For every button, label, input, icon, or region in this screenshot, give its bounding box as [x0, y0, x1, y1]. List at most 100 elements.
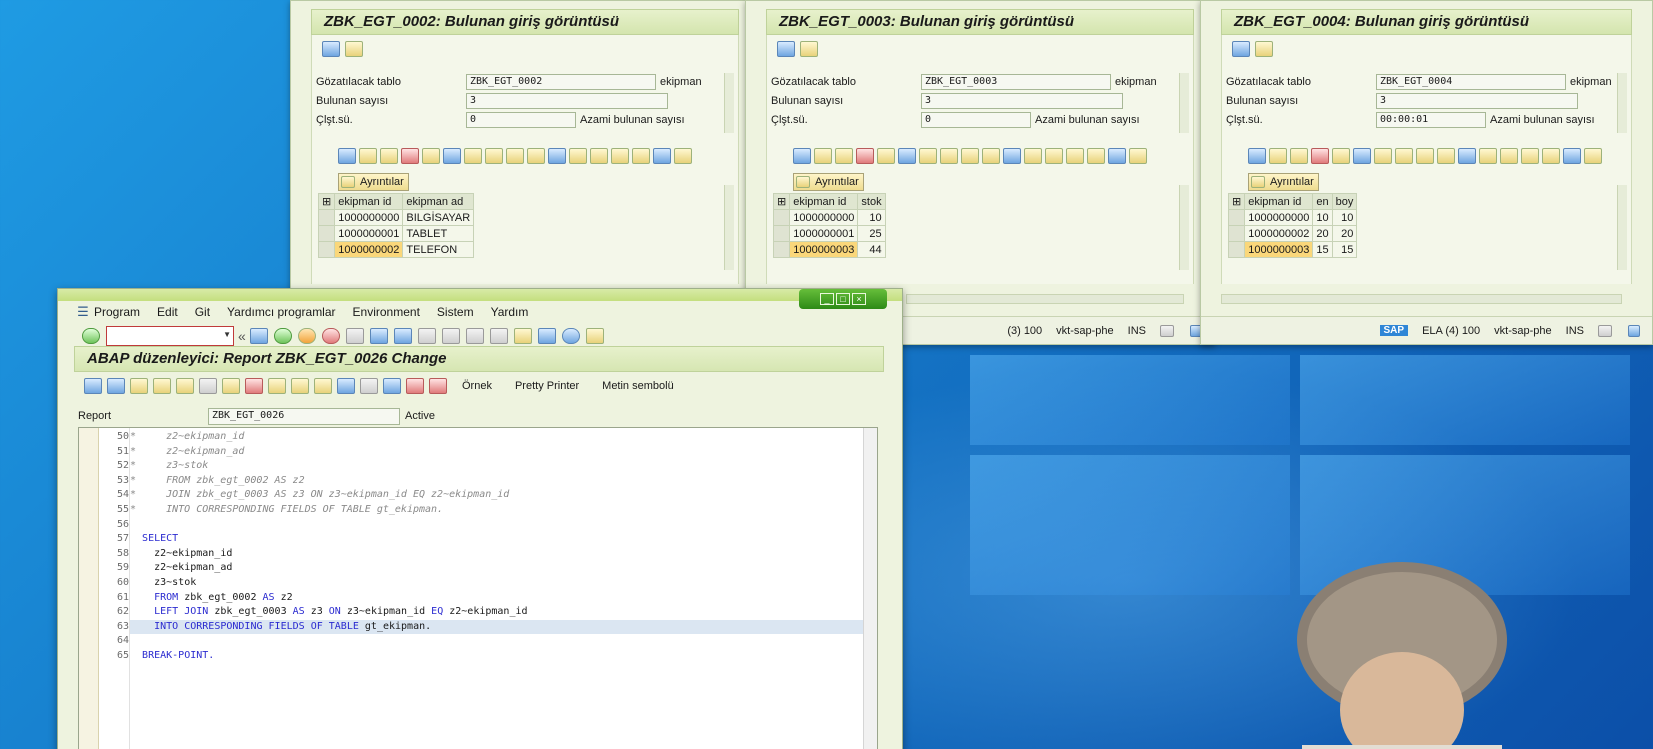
duplicate-icon[interactable]	[1458, 148, 1476, 164]
back-arrow-icon[interactable]	[84, 378, 102, 394]
find-icon[interactable]	[632, 148, 650, 164]
table-row[interactable]: 1000000003 15 15	[1227, 241, 1358, 258]
header-scrollbar[interactable]	[1617, 73, 1627, 133]
code-line[interactable]	[130, 634, 866, 649]
row-selector[interactable]	[317, 225, 336, 242]
window-controls[interactable]: _ □ ×	[799, 289, 887, 309]
delete-row-icon[interactable]	[1437, 148, 1455, 164]
table-cell[interactable]: 15	[1331, 241, 1358, 258]
find-icon[interactable]	[1087, 148, 1105, 164]
back-icon[interactable]	[273, 328, 292, 344]
copy-icon[interactable]	[1332, 148, 1350, 164]
cut-icon[interactable]	[401, 148, 419, 164]
table-cell[interactable]: 10	[1331, 209, 1358, 226]
help-icon[interactable]	[561, 328, 580, 344]
find-next-icon[interactable]	[393, 328, 412, 344]
row-selector[interactable]	[1227, 225, 1246, 242]
table-scrollbar[interactable]	[1617, 185, 1627, 270]
test-icon[interactable]	[245, 378, 263, 394]
insert-row-icon[interactable]	[1416, 148, 1434, 164]
active-inactive-icon[interactable]	[153, 378, 171, 394]
other-object-icon[interactable]	[176, 378, 194, 394]
print-icon[interactable]	[345, 328, 364, 344]
new-row-icon[interactable]	[940, 148, 958, 164]
column-header[interactable]: ekipman id	[789, 193, 859, 210]
code-line[interactable]: BREAK-POINT.	[130, 649, 866, 664]
table-cell[interactable]: 1000000001	[334, 225, 404, 242]
find-icon[interactable]	[369, 328, 388, 344]
sort-asc-icon[interactable]	[1269, 148, 1287, 164]
filter-icon[interactable]	[1479, 148, 1497, 164]
new-row-icon[interactable]	[485, 148, 503, 164]
layout-icon[interactable]	[1129, 148, 1147, 164]
table-name-field[interactable]: ZBK_EGT_0004	[1376, 74, 1566, 90]
code-editor[interactable]: 50 51 52 53 54 55 56 57 58 59 60 61 62 63 64 65 * z2~ek…	[78, 427, 878, 749]
column-header[interactable]: ekipman id	[334, 193, 404, 210]
check-icon[interactable]	[199, 378, 217, 394]
sort-desc-icon[interactable]	[1290, 148, 1308, 164]
table-cell[interactable]: 1000000002	[1244, 225, 1314, 242]
menu-utilities[interactable]: Yardımcı programlar	[227, 305, 335, 319]
layout-icon[interactable]	[674, 148, 692, 164]
table-cell[interactable]: TABLET	[402, 225, 475, 242]
row-selector[interactable]	[317, 209, 336, 226]
settings-icon[interactable]	[1255, 41, 1273, 57]
insert-row-icon[interactable]	[506, 148, 524, 164]
details-button[interactable]: Ayrıntılar	[1248, 173, 1319, 191]
menu-system[interactable]: Sistem	[437, 305, 474, 319]
table-row[interactable]: 1000000000 10 10	[1227, 209, 1358, 226]
details-button[interactable]: Ayrıntılar	[338, 173, 409, 191]
subtotal-icon[interactable]	[1521, 148, 1539, 164]
activate-icon[interactable]	[222, 378, 240, 394]
object-list-icon[interactable]	[291, 378, 309, 394]
maximize-icon[interactable]: □	[836, 293, 850, 305]
code-line[interactable]: FROM zbk_egt_0002 AS z2	[130, 591, 866, 606]
export-icon[interactable]	[653, 148, 671, 164]
table-cell[interactable]: 15	[1312, 241, 1333, 258]
menu-git[interactable]: Git	[195, 305, 210, 319]
report-name-field[interactable]: ZBK_EGT_0026	[208, 407, 400, 425]
table-cell[interactable]: TELEFON	[402, 241, 475, 258]
settings-icon[interactable]	[800, 41, 818, 57]
where-used-icon[interactable]	[268, 378, 286, 394]
row-selector[interactable]	[1227, 209, 1246, 226]
delete-row-icon[interactable]	[527, 148, 545, 164]
column-header[interactable]: stok	[857, 193, 886, 210]
code-line[interactable]	[130, 518, 866, 533]
filter-icon[interactable]	[569, 148, 587, 164]
save-icon[interactable]	[249, 328, 268, 344]
command-field[interactable]	[106, 326, 234, 346]
display-change-icon[interactable]	[130, 378, 148, 394]
table-cell[interactable]: 25	[857, 225, 886, 242]
code-line[interactable]: z3~stok	[130, 576, 866, 591]
first-page-icon[interactable]	[417, 328, 436, 344]
table-cell[interactable]: 1000000003	[789, 241, 859, 258]
cut-icon[interactable]	[1311, 148, 1329, 164]
insert-row-icon[interactable]	[961, 148, 979, 164]
table-row[interactable]: 1000000001 TABLET	[317, 225, 475, 242]
code-line[interactable]: SELECT	[130, 532, 866, 547]
duplicate-icon[interactable]	[548, 148, 566, 164]
next-page-icon[interactable]	[465, 328, 484, 344]
last-page-icon[interactable]	[489, 328, 508, 344]
result-table[interactable]: ⊞ ekipman id ekipman ad 1000000000 BILGİSAYA…	[317, 193, 475, 258]
table-row[interactable]: 1000000000 10	[772, 209, 886, 226]
abap-editor-window[interactable]: _ □ × ☰ Program Edit Git Yardımcı progra…	[57, 288, 903, 749]
enter-icon[interactable]	[82, 328, 100, 344]
code-line[interactable]: INTO CORRESPONDING FIELDS OF TABLE gt_ek…	[130, 619, 866, 635]
previous-page-icon[interactable]	[441, 328, 460, 344]
select-all-icon[interactable]: ⊞	[772, 193, 791, 210]
row-selector[interactable]	[1227, 241, 1246, 258]
export-icon[interactable]	[1108, 148, 1126, 164]
layout-icon[interactable]	[1584, 148, 1602, 164]
table-scrollbar[interactable]	[1179, 185, 1189, 270]
table-cell[interactable]: 44	[857, 241, 886, 258]
status-layout-icon[interactable]	[1598, 324, 1612, 337]
table-cell[interactable]: 20	[1331, 225, 1358, 242]
details-button[interactable]: Ayrıntılar	[793, 173, 864, 191]
new-row-icon[interactable]	[1395, 148, 1413, 164]
copy-icon[interactable]	[422, 148, 440, 164]
copy-icon[interactable]	[877, 148, 895, 164]
pattern-button[interactable]: Örnek	[462, 380, 492, 392]
details-view-icon[interactable]	[338, 148, 356, 164]
